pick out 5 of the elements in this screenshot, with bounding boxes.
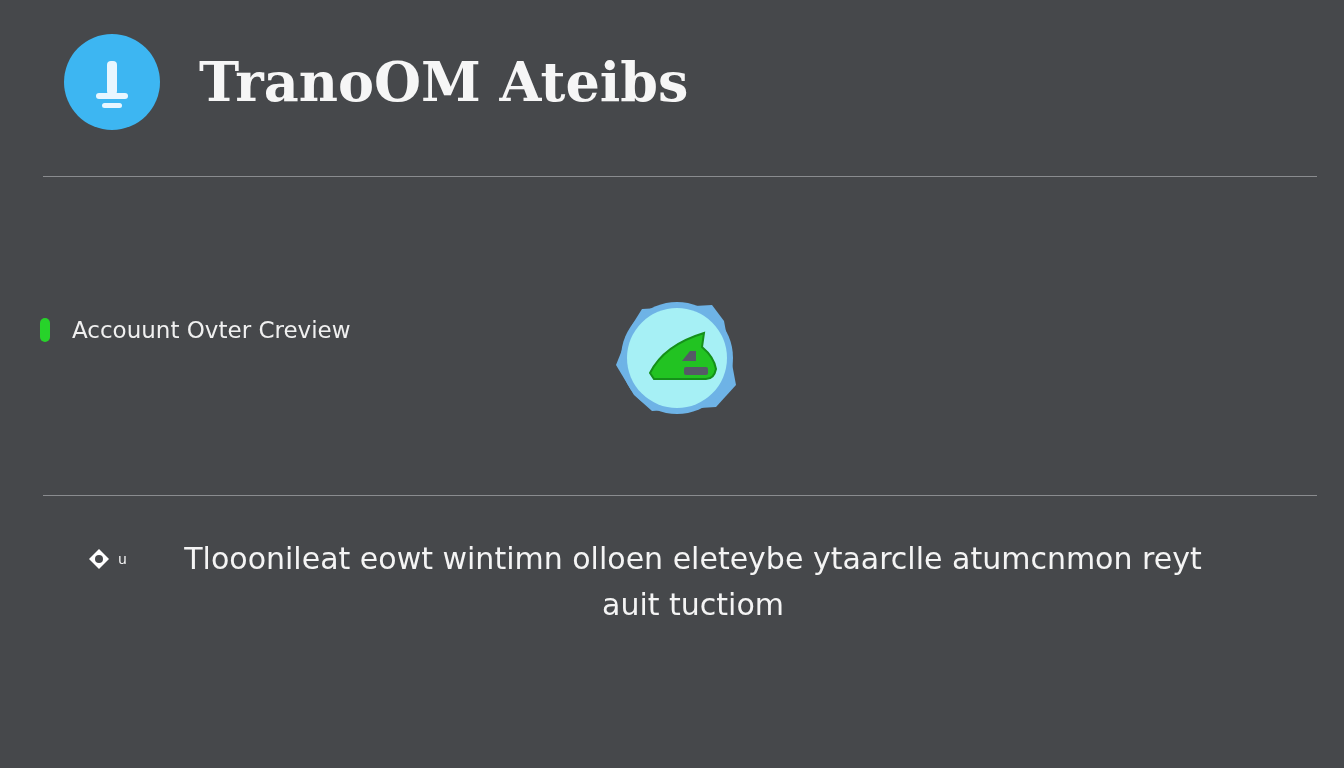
- page-title: TranoOM Ateibs: [199, 50, 689, 114]
- logo-icon: [63, 33, 161, 131]
- marker-text: u: [118, 551, 127, 567]
- section-label: Accouunt Ovter Creview: [72, 317, 351, 343]
- description-text: Tlooonileat eowt wintimn olloen eleteybe ytaarclle atumcnmon reyt auit tuctiom: [183, 540, 1203, 624]
